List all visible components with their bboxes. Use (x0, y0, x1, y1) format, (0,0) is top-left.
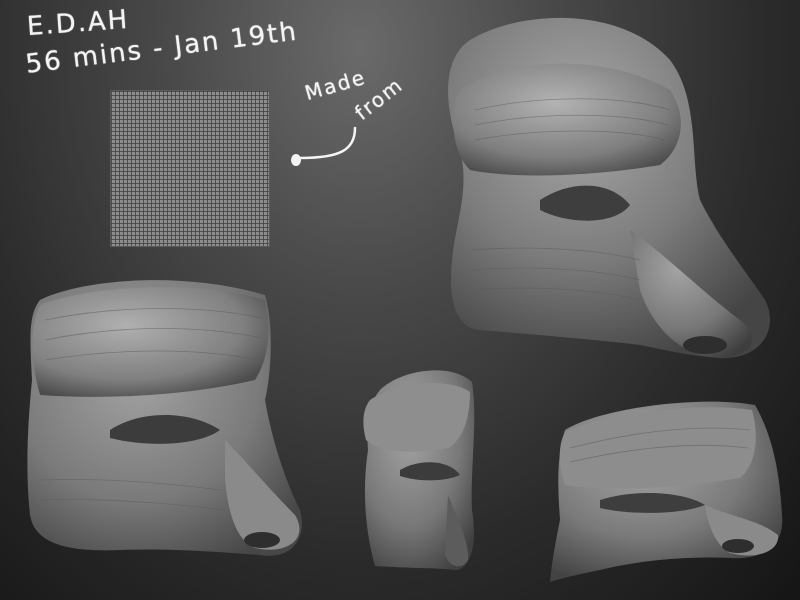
sculpt-canvas: E.D.AH 56 mins - Jan 19th Made from (0, 0, 800, 600)
sculpt-view-bottom-right (550, 401, 783, 582)
